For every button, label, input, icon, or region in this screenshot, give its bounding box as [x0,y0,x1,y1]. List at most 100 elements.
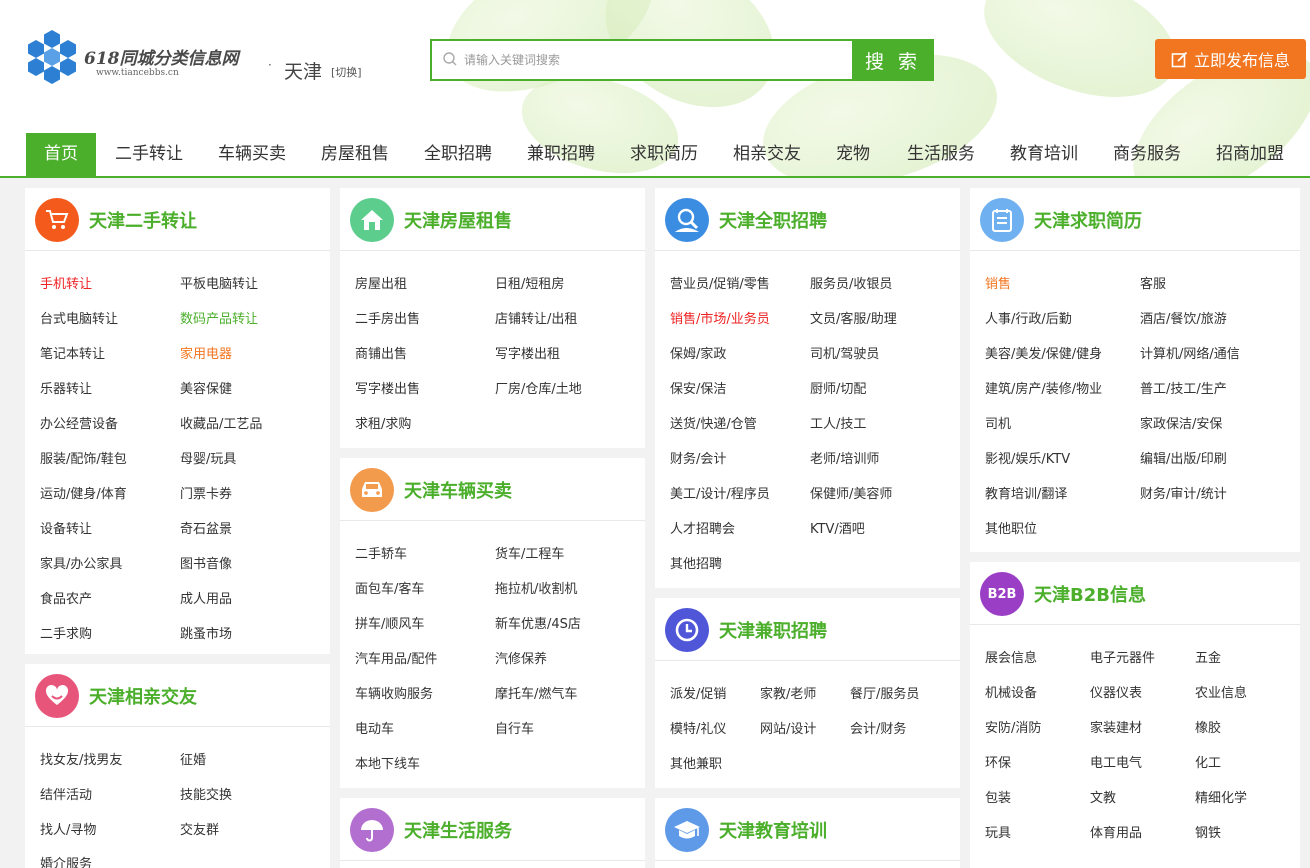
category-link[interactable]: 数码产品转让 [180,308,258,327]
category-link[interactable]: 体育用品 [1090,822,1142,841]
category-link[interactable]: 人事/行政/后勤 [985,308,1072,327]
category-link[interactable]: 写字楼出售 [355,378,420,397]
category-link[interactable]: 家用电器 [180,343,232,362]
category-link[interactable]: 销售/市场/业务员 [670,308,770,327]
category-link[interactable]: 成人用品 [180,588,232,607]
category-link[interactable]: 文教 [1090,787,1116,806]
category-link[interactable]: 运动/健身/体育 [40,483,127,502]
category-link[interactable]: 保姆/家政 [670,343,726,362]
category-link[interactable]: 司机 [985,413,1011,432]
nav-item-shenghuo[interactable]: 生活服务 [907,133,975,176]
search-input[interactable] [464,41,852,79]
category-link[interactable]: 笔记本转让 [40,343,105,362]
category-link[interactable]: 仪器仪表 [1090,682,1142,701]
search-button[interactable]: 搜 索 [852,39,934,81]
category-link[interactable]: 计算机/网络/通信 [1140,343,1240,362]
category-link[interactable]: 老师/培训师 [810,448,879,467]
category-link[interactable]: 财务/审计/统计 [1140,483,1227,502]
category-link[interactable]: 交友群 [180,819,219,838]
nav-item-chongwu[interactable]: 宠物 [836,133,870,176]
panel-title[interactable]: 天津B2B信息 [1034,581,1146,607]
category-link[interactable]: 母婴/玩具 [180,448,236,467]
category-link[interactable]: 跳蚤市场 [180,623,232,642]
category-link[interactable]: 收藏品/工艺品 [180,413,262,432]
category-link[interactable]: 橡胶 [1195,717,1221,736]
category-link[interactable]: 其他兼职 [670,753,722,772]
category-link[interactable]: 图书音像 [180,553,232,572]
category-link[interactable]: 电工电气 [1090,752,1142,771]
category-link[interactable]: 办公经营设备 [40,413,118,432]
category-link[interactable]: 营业员/促销/零售 [670,273,770,292]
category-link[interactable]: 送货/快递/仓管 [670,413,757,432]
category-link[interactable]: 自行车 [495,718,534,737]
category-link[interactable]: 拼车/顺风车 [355,613,424,632]
category-link[interactable]: 销售 [985,273,1011,292]
category-link[interactable]: 餐厅/服务员 [850,683,919,702]
category-link[interactable]: 家教/老师 [760,683,816,702]
category-link[interactable]: 建筑/房产/装修/物业 [985,378,1102,397]
nav-item-ershou[interactable]: 二手转让 [115,133,183,176]
nav-item-jianzhi[interactable]: 兼职招聘 [527,133,595,176]
nav-item-zhaoshang[interactable]: 招商加盟 [1216,133,1284,176]
category-link[interactable]: 安防/消防 [985,717,1041,736]
category-link[interactable]: 农业信息 [1195,682,1247,701]
category-link[interactable]: 厨师/切配 [810,378,866,397]
category-link[interactable]: 电动车 [355,718,394,737]
site-logo[interactable]: 618同城分类信息网 www.tiancebbs.cn [24,28,254,88]
category-link[interactable]: 教育培训/翻译 [985,483,1067,502]
nav-item-cheliang[interactable]: 车辆买卖 [218,133,286,176]
category-link[interactable]: 平板电脑转让 [180,273,258,292]
category-link[interactable]: 美容/美发/保健/健身 [985,343,1102,362]
category-link[interactable]: 车辆收购服务 [355,683,433,702]
category-link[interactable]: 精细化学 [1195,787,1247,806]
category-link[interactable]: 模特/礼仪 [670,718,726,737]
category-link[interactable]: 写字楼出租 [495,343,560,362]
category-link[interactable]: 摩托车/燃气车 [495,683,577,702]
category-link[interactable]: 服务员/收银员 [810,273,892,292]
category-link[interactable]: 展会信息 [985,647,1037,666]
category-link[interactable]: 二手求购 [40,623,92,642]
category-link[interactable]: 乐器转让 [40,378,92,397]
category-link[interactable]: 酒店/餐饮/旅游 [1140,308,1227,327]
nav-item-quanzhi[interactable]: 全职招聘 [424,133,492,176]
post-info-button[interactable]: 立即发布信息 [1155,39,1306,79]
nav-item-qiuzhi[interactable]: 求职简历 [630,133,698,176]
category-link[interactable]: 美工/设计/程序员 [670,483,770,502]
category-link[interactable]: 门票卡券 [180,483,232,502]
category-link[interactable]: 客服 [1140,273,1166,292]
category-link[interactable]: 五金 [1195,647,1221,666]
panel-title[interactable]: 天津车辆买卖 [404,477,512,503]
category-link[interactable]: 台式电脑转让 [40,308,118,327]
category-link[interactable]: 会计/财务 [850,718,906,737]
city-switch-link[interactable]: [切换] [331,64,362,80]
category-link[interactable]: 服装/配饰/鞋包 [40,448,127,467]
category-link[interactable]: 二手轿车 [355,543,407,562]
category-link[interactable]: 店铺转让/出租 [495,308,577,327]
category-link[interactable]: 新车优惠/4S店 [495,613,581,632]
category-link[interactable]: 包装 [985,787,1011,806]
category-link[interactable]: 食品农产 [40,588,92,607]
category-link[interactable]: 美容保健 [180,378,232,397]
nav-item-fangwu[interactable]: 房屋租售 [321,133,389,176]
category-link[interactable]: 房屋出租 [355,273,407,292]
category-link[interactable]: 找人/寻物 [40,819,96,838]
category-link[interactable]: 家具/办公家具 [40,553,122,572]
panel-title[interactable]: 天津相亲交友 [89,683,197,709]
nav-item-xiangqin[interactable]: 相亲交友 [733,133,801,176]
category-link[interactable]: 影视/娱乐/KTV [985,448,1070,467]
category-link[interactable]: 司机/驾驶员 [810,343,879,362]
category-link[interactable]: 财务/会计 [670,448,726,467]
category-link[interactable]: 汽车用品/配件 [355,648,437,667]
category-link[interactable]: 钢铁 [1195,822,1221,841]
category-link[interactable]: 求租/求购 [355,413,411,432]
panel-title[interactable]: 天津全职招聘 [719,207,827,233]
category-link[interactable]: 商铺出售 [355,343,407,362]
nav-item-jiaoyu[interactable]: 教育培训 [1010,133,1078,176]
panel-title[interactable]: 天津教育培训 [719,817,827,843]
category-link[interactable]: 保安/保洁 [670,378,726,397]
category-link[interactable]: 电子元器件 [1090,647,1155,666]
panel-title[interactable]: 天津求职简历 [1034,207,1142,233]
category-link[interactable]: KTV/酒吧 [810,518,865,537]
category-link[interactable]: 家政保洁/安保 [1140,413,1222,432]
category-link[interactable]: 找女友/找男友 [40,749,122,768]
